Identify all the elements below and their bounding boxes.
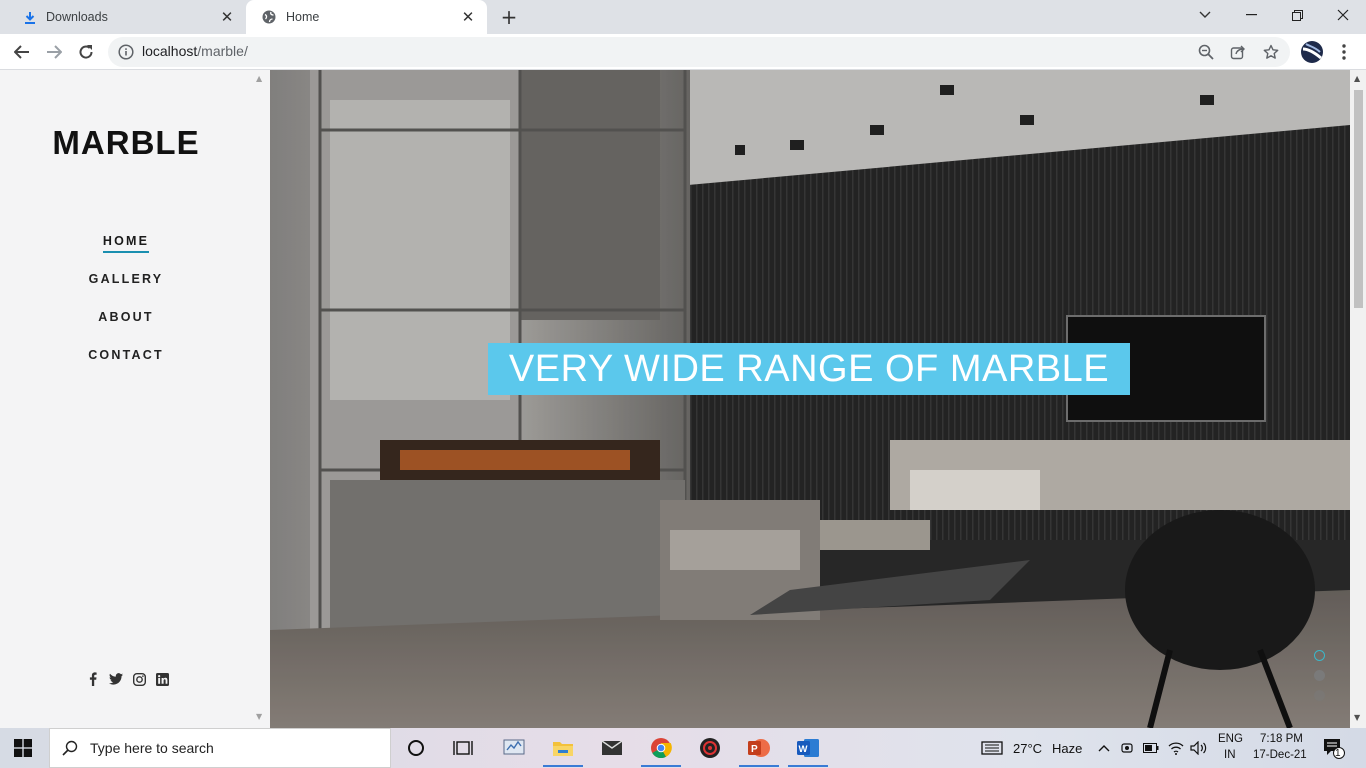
clock-date[interactable]: 17-Dec-21 bbox=[1253, 749, 1307, 761]
web-page: ▲ MARBLE HOME GALLERY ABOUT CONTACT ▼ VE… bbox=[0, 70, 1366, 728]
presentation-app-icon[interactable] bbox=[502, 736, 526, 760]
download-icon bbox=[25, 11, 35, 24]
hero-headline: VERY WIDE RANGE OF MARBLE bbox=[508, 347, 1110, 390]
hero-slider: VERY WIDE RANGE OF MARBLE bbox=[270, 70, 1350, 728]
tab-label: Downloads bbox=[46, 10, 108, 24]
close-tab-icon[interactable]: ✕ bbox=[459, 8, 477, 26]
search-icon bbox=[62, 740, 78, 756]
nav-item-label: ABOUT bbox=[98, 310, 154, 324]
nav-item-gallery[interactable]: GALLERY bbox=[0, 272, 252, 310]
scroll-down-icon[interactable]: ▼ bbox=[1354, 713, 1360, 722]
nav-item-label: GALLERY bbox=[88, 272, 164, 286]
media-player-icon[interactable] bbox=[698, 736, 722, 760]
slider-dot-2[interactable] bbox=[1314, 670, 1325, 681]
weather-temperature[interactable]: 27°C bbox=[1013, 741, 1042, 756]
hero-headline-banner: VERY WIDE RANGE OF MARBLE bbox=[488, 343, 1130, 395]
windows-logo-icon bbox=[14, 739, 32, 757]
powerpoint-icon[interactable]: P bbox=[747, 736, 771, 760]
url-text[interactable]: localhost/marble/ bbox=[142, 43, 248, 59]
back-button[interactable] bbox=[8, 38, 36, 66]
more-vertical-icon bbox=[1342, 44, 1346, 60]
active-app-indicator bbox=[788, 765, 828, 767]
scrollbar-thumb[interactable] bbox=[1354, 90, 1363, 308]
browser-menu-button[interactable] bbox=[1330, 38, 1358, 66]
active-app-indicator bbox=[543, 765, 583, 767]
file-explorer-icon[interactable] bbox=[551, 736, 575, 760]
sidebar-scroll-down-icon[interactable]: ▼ bbox=[256, 712, 262, 721]
scroll-up-icon[interactable]: ▲ bbox=[1354, 74, 1360, 83]
active-app-indicator bbox=[739, 765, 779, 767]
tab-home[interactable]: Home ✕ bbox=[246, 0, 487, 34]
site-nav: HOME GALLERY ABOUT CONTACT bbox=[0, 234, 252, 386]
instagram-icon[interactable] bbox=[132, 672, 146, 686]
notification-count-badge: 1 bbox=[1335, 748, 1341, 759]
wifi-icon[interactable] bbox=[1164, 736, 1188, 760]
task-view-icon[interactable] bbox=[451, 736, 475, 760]
chevron-up-icon[interactable] bbox=[1092, 736, 1116, 760]
tab-downloads[interactable]: Downloads ✕ bbox=[8, 0, 246, 34]
language-region[interactable]: IN bbox=[1224, 749, 1236, 761]
windows-taskbar: Type here to search P W 27°C Haze ENG IN… bbox=[0, 728, 1366, 768]
tab-label: Home bbox=[286, 10, 320, 24]
nav-item-contact[interactable]: CONTACT bbox=[0, 348, 252, 386]
facebook-icon[interactable] bbox=[86, 672, 100, 686]
zoom-icon[interactable] bbox=[1196, 42, 1216, 62]
new-tab-button[interactable]: + bbox=[498, 4, 520, 30]
tab-search-chevron-icon[interactable] bbox=[1182, 0, 1228, 30]
taskbar-search-box[interactable]: Type here to search bbox=[49, 728, 391, 768]
restore-button[interactable] bbox=[1274, 0, 1320, 30]
arrow-right-icon bbox=[47, 45, 62, 59]
nav-item-label: HOME bbox=[102, 234, 150, 253]
arrow-left-icon bbox=[14, 45, 29, 59]
minimize-button[interactable] bbox=[1228, 0, 1274, 30]
cortana-icon[interactable] bbox=[404, 736, 428, 760]
close-window-button[interactable] bbox=[1320, 0, 1366, 30]
forward-button[interactable] bbox=[40, 38, 68, 66]
page-scrollbar[interactable]: ▲ ▼ bbox=[1350, 70, 1366, 728]
social-links bbox=[86, 672, 169, 686]
mail-icon[interactable] bbox=[600, 736, 624, 760]
browser-tab-strip: Downloads ✕ Home ✕ + bbox=[0, 0, 1366, 34]
site-logo[interactable]: MARBLE bbox=[0, 124, 252, 162]
reload-icon bbox=[79, 45, 93, 59]
active-app-indicator bbox=[641, 765, 681, 767]
share-icon[interactable] bbox=[1228, 42, 1248, 62]
nav-item-home[interactable]: HOME bbox=[0, 234, 252, 272]
linkedin-icon[interactable] bbox=[155, 672, 169, 686]
url-host: localhost bbox=[142, 43, 198, 59]
reload-button[interactable] bbox=[72, 38, 100, 66]
hero-interior-image bbox=[270, 70, 1350, 728]
language-code[interactable]: ENG bbox=[1218, 733, 1243, 745]
address-bar[interactable]: localhost/marble/ bbox=[108, 37, 1290, 67]
svg-text:P: P bbox=[751, 744, 758, 755]
weather-icon[interactable] bbox=[980, 736, 1004, 760]
globe-icon bbox=[262, 10, 276, 24]
meet-now-icon[interactable] bbox=[1115, 736, 1139, 760]
nav-item-label: CONTACT bbox=[88, 348, 164, 362]
weather-description[interactable]: Haze bbox=[1052, 741, 1082, 756]
site-info-icon[interactable] bbox=[118, 44, 134, 64]
close-tab-icon[interactable]: ✕ bbox=[218, 8, 236, 26]
svg-text:W: W bbox=[799, 744, 808, 755]
windows-start-button[interactable] bbox=[14, 739, 32, 761]
chrome-icon[interactable] bbox=[649, 736, 673, 760]
volume-icon[interactable] bbox=[1187, 736, 1211, 760]
url-path: /marble/ bbox=[197, 43, 248, 59]
slider-dot-1[interactable] bbox=[1314, 650, 1325, 661]
sidebar-scroll-up-icon[interactable]: ▲ bbox=[256, 74, 262, 83]
clock-time[interactable]: 7:18 PM bbox=[1260, 733, 1303, 745]
profile-avatar[interactable] bbox=[1298, 38, 1326, 66]
twitter-icon[interactable] bbox=[109, 672, 123, 686]
word-icon[interactable]: W bbox=[796, 736, 820, 760]
site-sidebar: ▲ MARBLE HOME GALLERY ABOUT CONTACT ▼ bbox=[0, 70, 270, 728]
notification-center-icon[interactable] bbox=[1322, 736, 1346, 760]
nav-item-about[interactable]: ABOUT bbox=[0, 310, 252, 348]
slider-pagination bbox=[1314, 650, 1325, 710]
battery-icon[interactable] bbox=[1139, 736, 1163, 760]
bookmark-star-icon[interactable] bbox=[1261, 42, 1281, 62]
search-placeholder: Type here to search bbox=[90, 740, 214, 756]
slider-dot-3[interactable] bbox=[1314, 690, 1325, 701]
browser-toolbar: localhost/marble/ bbox=[0, 34, 1366, 70]
